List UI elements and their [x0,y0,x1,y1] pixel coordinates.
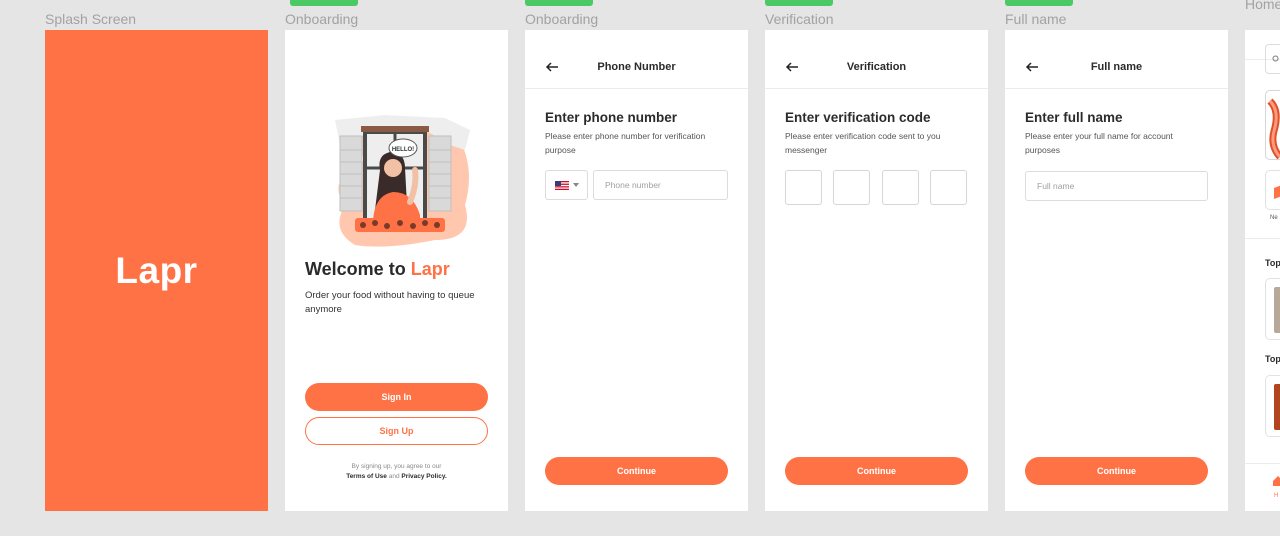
item-thumbnail [1274,384,1280,430]
terms-text: By signing up, you agree to our Terms of… [305,462,488,482]
code-digit-input-4[interactable] [930,170,967,205]
home-search-input[interactable] [1265,44,1280,74]
status-badge-verification [765,0,833,6]
category-icon [1274,185,1280,199]
form-description: Please enter phone number for verificati… [545,131,706,155]
chevron-down-icon [572,183,579,187]
onboarding-description: Order your food without having to queue … [305,290,475,315]
phone-number-input[interactable]: Phone number [593,170,728,200]
home-tabbar-divider [1245,463,1280,464]
search-icon [1272,55,1279,62]
phone-number-frame[interactable]: Phone Number Enter phone number Please e… [525,30,748,511]
sign-up-button[interactable]: Sign Up [305,417,488,445]
hello-window-illustration: HELLO! [335,115,470,247]
terms-prefix: By signing up, you agree to our [351,463,442,470]
screen-header: Verification [765,30,988,89]
home-section-title-2: Top [1265,354,1280,364]
code-digit-input-1[interactable] [785,170,822,205]
home-category-label: Ne [1270,215,1278,221]
frame-label-phone[interactable]: Onboarding [525,11,598,27]
onboarding-frame[interactable]: HELLO! Welcome to Lapr Order your food w… [285,30,508,511]
continue-button[interactable]: Continue [545,457,728,485]
splash-logo: Lapr [115,249,198,291]
home-item-image-1[interactable] [1265,278,1280,340]
full-name-frame[interactable]: Full name Enter full name Please enter y… [1005,30,1228,511]
sign-in-button[interactable]: Sign In [305,383,488,411]
item-thumbnail [1274,287,1280,333]
form-title: Enter verification code [785,110,931,125]
screen-header: Phone Number [525,30,748,89]
code-digit-input-3[interactable] [882,170,919,205]
continue-button[interactable]: Continue [785,457,968,485]
us-flag-icon [554,180,569,190]
header-title: Phone Number [597,61,676,73]
welcome-brand: Lapr [410,259,450,279]
country-code-select[interactable] [545,170,588,200]
home-banner[interactable] [1265,90,1280,160]
banner-illustration [1267,98,1280,159]
terms-links: Terms of Use and Privacy Policy. [305,472,488,482]
welcome-prefix: Welcome to [305,259,411,279]
form-description: Please enter your full name for account … [1025,131,1173,155]
header-title: Full name [1090,61,1143,73]
welcome-heading: Welcome to Lapr [305,259,450,280]
home-item-image-2[interactable] [1265,375,1280,437]
home-tab-label[interactable]: H [1274,493,1278,499]
status-badge-onboarding [290,0,358,6]
home-frame[interactable]: Ne Top Top H [1245,30,1280,511]
form-title: Enter full name [1025,110,1123,125]
frame-label-splash[interactable]: Splash Screen [45,11,136,27]
full-name-input[interactable]: Full name [1025,171,1208,201]
speech-bubble-text: HELLO! [392,147,414,153]
status-badge-phone [525,0,593,6]
frame-label-verification[interactable]: Verification [765,11,833,27]
frame-label-onboarding[interactable]: Onboarding [285,11,358,27]
verification-frame[interactable]: Verification Enter verification code Ple… [765,30,988,511]
form-description: Please enter verification code sent to y… [785,131,941,155]
home-icon[interactable] [1273,476,1280,486]
screen-header: Full name [1005,30,1228,89]
status-badge-full-name [1005,0,1073,6]
terms-of-use-link[interactable]: Terms of Use [346,473,387,480]
header-title: Verification [846,61,907,73]
frame-label-home[interactable]: Home [1245,0,1280,12]
home-category-card[interactable] [1265,170,1280,210]
home-divider [1245,238,1280,239]
form-title: Enter phone number [545,110,678,125]
privacy-policy-link[interactable]: Privacy Policy. [401,473,446,480]
splash-frame[interactable]: Lapr [45,30,268,511]
terms-and: and [386,473,402,480]
continue-button[interactable]: Continue [1025,457,1208,485]
code-digit-input-2[interactable] [833,170,870,205]
frame-label-full-name[interactable]: Full name [1005,11,1066,27]
home-section-title-1: Top [1265,258,1280,268]
